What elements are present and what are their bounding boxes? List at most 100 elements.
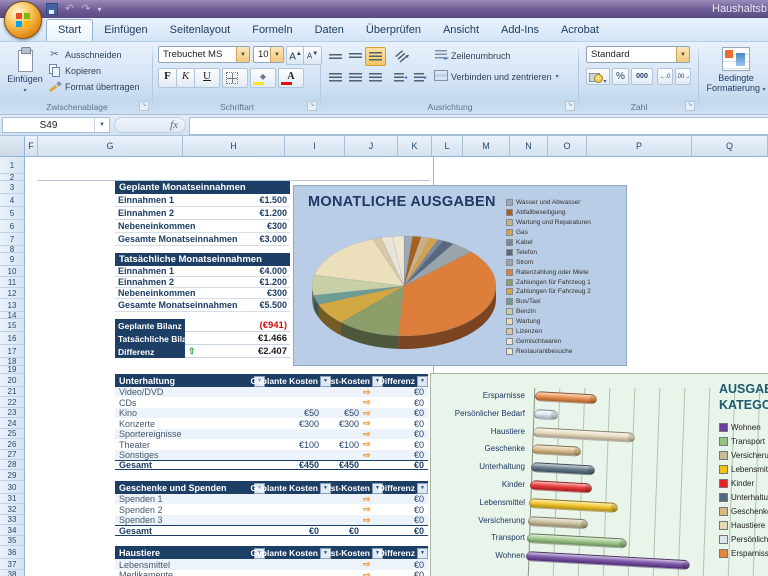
paste-dropdown-icon[interactable]: ▾ xyxy=(23,88,26,94)
expense-row[interactable]: Kino €50 €50 ⇨ €0 xyxy=(115,408,428,418)
office-button[interactable] xyxy=(4,1,42,39)
tab-ansicht[interactable]: Ansicht xyxy=(432,20,490,41)
decrease-decimal-button[interactable]: .00→ xyxy=(675,68,691,85)
row-header-2[interactable]: 2 xyxy=(0,173,25,182)
row-header-15[interactable]: 15 xyxy=(0,319,25,332)
expense-row[interactable]: Sportereignisse ⇨ €0 xyxy=(115,429,428,439)
dialog-launcher-icon[interactable]: ⇘ xyxy=(139,101,149,111)
percent-style-button[interactable]: % xyxy=(612,68,629,85)
bar-haustiere[interactable] xyxy=(532,426,636,443)
conditional-formatting-button[interactable]: Bedingte Formatierung ▾ xyxy=(704,44,768,106)
expense-row[interactable]: Sonstiges ⇨ €0 xyxy=(115,450,428,460)
row-header-14[interactable]: 14 xyxy=(0,311,25,320)
column-header-f[interactable]: F xyxy=(25,136,38,156)
copy-button[interactable]: Kopieren xyxy=(48,63,101,78)
row-header-23[interactable]: 23 xyxy=(0,408,25,418)
tab-daten[interactable]: Daten xyxy=(304,20,355,41)
bar-kinder[interactable] xyxy=(529,480,593,494)
bar-unterhaltung[interactable] xyxy=(530,462,596,476)
row-header-36[interactable]: 36 xyxy=(0,546,25,559)
income-row[interactable]: Nebeneinkommen €300 xyxy=(115,288,290,299)
currency-format-button[interactable]: ▾ xyxy=(586,68,610,85)
save-icon[interactable] xyxy=(46,3,58,15)
tab-start[interactable]: Start xyxy=(46,19,94,41)
name-box-dropdown-icon[interactable]: ▼ xyxy=(94,118,109,132)
column-header-m[interactable]: M xyxy=(463,136,510,156)
tab-einfügen[interactable]: Einfügen xyxy=(93,20,158,41)
column-header-g[interactable]: G xyxy=(38,136,183,156)
expense-row[interactable]: Medikamente ⇨ €0 xyxy=(115,570,428,576)
font-name-select[interactable]: Trebuchet MS ▼ xyxy=(158,46,250,63)
row-header-38[interactable]: 38 xyxy=(0,570,25,576)
number-format-select[interactable]: Standard ▼ xyxy=(586,46,690,63)
row-header-37[interactable]: 37 xyxy=(0,559,25,570)
expense-total-row[interactable]: Gesamt €450 €450 €0 xyxy=(115,460,428,470)
tab-acrobat[interactable]: Acrobat xyxy=(550,20,610,41)
align-bottom-button[interactable] xyxy=(365,47,386,66)
name-box[interactable]: S49 ▼ xyxy=(2,117,110,133)
align-left-button[interactable] xyxy=(325,68,346,87)
row-header-24[interactable]: 24 xyxy=(0,418,25,429)
increase-decimal-button[interactable]: ←.0 xyxy=(657,68,673,85)
expense-row[interactable]: Lebensmittel ⇨ €0 xyxy=(115,559,428,570)
wrap-text-button[interactable]: Zeilenumbruch xyxy=(434,48,511,63)
dialog-launcher-icon[interactable]: ⇘ xyxy=(685,101,695,111)
row-header-20[interactable]: 20 xyxy=(0,374,25,387)
row-header-4[interactable]: 4 xyxy=(0,194,25,207)
bar-pers-nlicher-bedarf[interactable] xyxy=(533,408,559,421)
bar-chart-object[interactable]: Ersparnisse Persönlicher Bedarf Haustiere G… xyxy=(430,373,768,576)
tab-formeln[interactable]: Formeln xyxy=(241,20,303,41)
expense-total-row[interactable]: Gesamt €0 €0 €0 xyxy=(115,525,428,536)
font-size-select[interactable]: 10 ▼ xyxy=(253,46,284,63)
balance-row-value[interactable]: (€941) xyxy=(185,319,290,332)
redo-icon[interactable]: ↷ xyxy=(81,3,90,15)
column-header-i[interactable]: I xyxy=(285,136,345,156)
italic-button[interactable]: K xyxy=(176,68,195,88)
filter-dropdown-icon[interactable]: ▼ xyxy=(417,548,428,559)
borders-button[interactable] xyxy=(222,68,248,88)
income-row[interactable]: Gesamte Monatseinnahmen €3.000 xyxy=(115,233,290,246)
balance-row-value[interactable]: €2.407 xyxy=(185,345,290,358)
column-header-l[interactable]: L xyxy=(432,136,463,156)
column-header-h[interactable]: H xyxy=(183,136,285,156)
number-format-dropdown-icon[interactable]: ▼ xyxy=(676,47,689,62)
font-color-button[interactable]: A xyxy=(278,68,304,88)
format-painter-button[interactable]: Format übertragen xyxy=(48,79,140,94)
expense-row[interactable]: Spenden 1 ⇨ €0 xyxy=(115,494,428,504)
tab-überprüfen[interactable]: Überprüfen xyxy=(355,20,432,41)
row-header-30[interactable]: 30 xyxy=(0,481,25,494)
merge-center-button[interactable]: Verbinden und zentrieren ▾ xyxy=(434,69,559,84)
bar-geschenke[interactable] xyxy=(531,444,582,458)
row-header-5[interactable]: 5 xyxy=(0,207,25,220)
income-row[interactable]: Nebeneinkommen €300 xyxy=(115,220,290,233)
qat-dropdown-icon[interactable]: ▾ xyxy=(97,5,101,14)
bar-ersparnisse[interactable] xyxy=(534,391,598,405)
column-header-k[interactable]: K xyxy=(398,136,432,156)
column-header-n[interactable]: N xyxy=(510,136,548,156)
row-header-25[interactable]: 25 xyxy=(0,429,25,439)
insert-function-icon[interactable]: fx xyxy=(170,119,178,131)
orientation-button[interactable]: ▾ xyxy=(390,47,416,66)
row-header-28[interactable]: 28 xyxy=(0,460,25,470)
underline-button[interactable]: U xyxy=(194,68,220,88)
row-header-22[interactable]: 22 xyxy=(0,397,25,408)
row-header-9[interactable]: 9 xyxy=(0,253,25,266)
align-middle-button[interactable] xyxy=(345,47,366,66)
font-size-dropdown-icon[interactable]: ▼ xyxy=(270,47,283,62)
expense-row[interactable]: CDs ⇨ €0 xyxy=(115,397,428,408)
row-header-6[interactable]: 6 xyxy=(0,220,25,233)
paste-button[interactable]: Einfügen ▾ xyxy=(6,45,44,100)
expense-row[interactable]: Video/DVD ⇨ €0 xyxy=(115,387,428,397)
row-header-8[interactable]: 8 xyxy=(0,245,25,254)
shrink-font-button[interactable]: A▼ xyxy=(303,46,322,65)
row-header-32[interactable]: 32 xyxy=(0,504,25,515)
expense-row[interactable]: Konzerte €300 €300 ⇨ €0 xyxy=(115,418,428,429)
cut-button[interactable]: ✂ Ausschneiden xyxy=(48,47,121,62)
filter-dropdown-icon[interactable]: ▼ xyxy=(417,376,428,387)
undo-icon[interactable]: ↶ xyxy=(65,3,74,15)
bar-wohnen[interactable] xyxy=(525,551,691,571)
row-header-16[interactable]: 16 xyxy=(0,332,25,345)
row-header-26[interactable]: 26 xyxy=(0,439,25,450)
bar-transport[interactable] xyxy=(526,533,628,549)
expense-row[interactable]: Theater €100 €100 ⇨ €0 xyxy=(115,439,428,450)
